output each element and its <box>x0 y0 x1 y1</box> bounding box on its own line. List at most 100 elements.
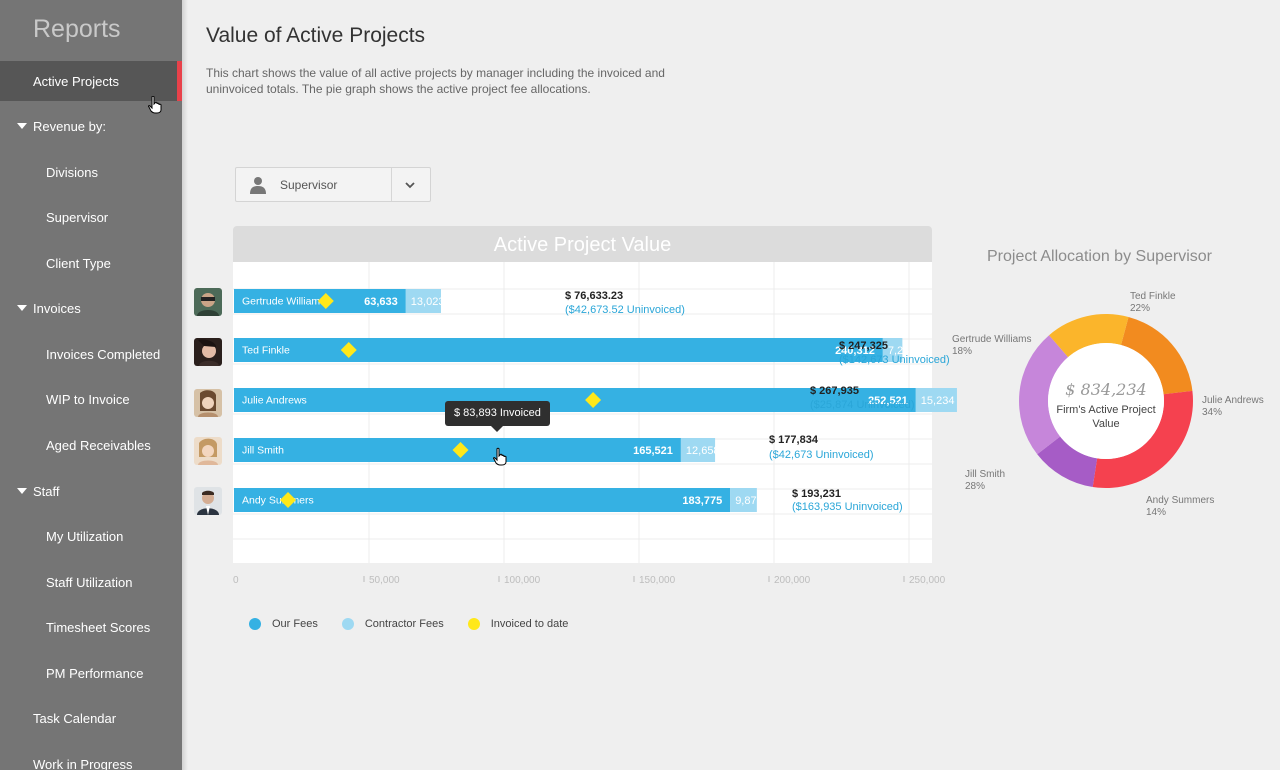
legend-label: Invoiced to date <box>490 618 569 630</box>
bar-row[interactable]: Andy Summers 183,775 9,872 <box>234 488 763 512</box>
row-total: $ 267,935 <box>810 385 859 397</box>
pie-label-andy-summers: Andy Summers 14% <box>1146 495 1214 519</box>
sidebar-item-label: My Utilization <box>46 528 124 544</box>
sidebar-item-task-calendar[interactable]: Task Calendar <box>0 698 182 738</box>
bar-value-label: 63,633 <box>364 296 398 308</box>
bar-value-label: 13,023 <box>411 296 445 308</box>
legend-swatch <box>467 618 480 630</box>
bar-value-label: 9,872 <box>735 495 763 507</box>
pie-center-label: Firm's Active Project Value <box>1056 404 1156 430</box>
sidebar-item-label: Client Type <box>46 255 111 271</box>
donut-hole <box>1048 343 1164 459</box>
pie-title: Project Allocation by Supervisor <box>987 248 1212 265</box>
legend-label: Contractor Fees <box>364 618 444 630</box>
sidebar-item-label: Invoices <box>33 300 81 316</box>
pie-label-percent: 22% <box>1130 303 1151 314</box>
avatar-andy-summers <box>194 487 222 515</box>
sidebar-item-staff-utilization[interactable]: Staff Utilization <box>0 562 182 602</box>
caret-down-icon <box>17 488 27 494</box>
supervisor-dropdown[interactable]: Supervisor <box>235 167 431 202</box>
chart-title: Active Project Value <box>493 234 672 256</box>
legend-label: Our Fees <box>272 618 318 630</box>
sidebar-item-label: Timesheet Scores <box>46 619 151 635</box>
sidebar: Reports Active Projects Revenue by: Divi… <box>0 0 182 770</box>
bar-value-label: 15,234 <box>921 395 955 407</box>
sidebar-title: Reports <box>33 15 121 43</box>
tick-label: 100,000 <box>504 575 541 586</box>
pie-label-gertrude-williams: Gertrude Williams 18% <box>952 334 1031 358</box>
row-total: $ 247,325 <box>839 340 888 352</box>
bar-category-label: Andy Summers <box>242 495 314 507</box>
bar-category-label: Gertrude Williams <box>242 296 325 308</box>
sidebar-item-timesheet-scores[interactable]: Timesheet Scores <box>0 607 182 647</box>
legend-item-our-fees[interactable]: Our Fees <box>249 618 318 630</box>
legend-item-invoiced-to-date[interactable]: Invoiced to date <box>467 618 569 630</box>
sidebar-item-invoices-completed[interactable]: Invoices Completed <box>0 334 182 374</box>
sidebar-item-label: Divisions <box>46 164 99 180</box>
row-total: $ 177,834 <box>769 434 818 446</box>
bar-category-label: Julie Andrews <box>242 395 307 407</box>
pie-label-percent: 14% <box>1146 507 1167 518</box>
legend-swatch <box>249 618 261 630</box>
bar-value-label: 12,658 <box>686 445 720 457</box>
dropdown-selected-value: Supervisor <box>280 178 338 192</box>
pie-label-name: Ted Finkle <box>1130 291 1176 302</box>
sidebar-item-label: PM Performance <box>46 665 144 681</box>
avatar-julie-andrews <box>194 389 222 417</box>
chart-legend: Our Fees Contractor Fees Invoiced to dat… <box>249 616 592 632</box>
sidebar-item-label: Revenue by: <box>33 118 106 134</box>
pie-label-julie-andrews: Julie Andrews 34% <box>1202 395 1264 419</box>
row-uninvoiced: ($142,673 Uninvoiced) <box>839 354 950 366</box>
sidebar-item-label: Supervisor <box>46 209 109 225</box>
sidebar-item-aged-receivables[interactable]: Aged Receivables <box>0 425 182 465</box>
hand-cursor-icon <box>148 96 162 114</box>
pie-label-jill-smith: Jill Smith 28% <box>965 469 1005 493</box>
bar-row[interactable]: Jill Smith 165,521 12,658 <box>234 438 720 462</box>
avatar-gertrude-williams <box>194 288 222 316</box>
avatar-image <box>194 437 222 465</box>
row-uninvoiced: ($25,874 Uninvoiced) <box>810 399 915 411</box>
sidebar-item-label: Invoices Completed <box>46 346 161 362</box>
row-uninvoiced: ($42,673 Uninvoiced) <box>769 449 874 461</box>
bar-our-fees[interactable] <box>234 338 883 362</box>
sidebar-item-client-type[interactable]: Client Type <box>0 243 182 283</box>
sidebar-item-label: Active Projects <box>33 73 119 89</box>
avatar-image <box>194 487 222 515</box>
pie-label-ted-finkle: Ted Finkle 22% <box>1130 291 1176 315</box>
sidebar-item-label: Work in Progress <box>33 756 133 770</box>
bar-category-label: Jill Smith <box>242 445 284 457</box>
pie-label-percent: 18% <box>952 346 973 357</box>
bar-row[interactable]: Gertrude Williams 63,633 13,023 <box>234 289 444 313</box>
chevron-down-icon[interactable] <box>404 179 416 191</box>
tick-label: 200,000 <box>774 575 811 586</box>
legend-item-contractor-fees[interactable]: Contractor Fees <box>341 618 444 630</box>
tick-label: 0 <box>233 575 239 586</box>
sidebar-group-invoices[interactable]: Invoices <box>0 288 182 328</box>
sidebar-item-supervisor[interactable]: Supervisor <box>0 197 182 237</box>
avatar-jill-smith <box>194 437 222 465</box>
avatar-image <box>194 338 222 366</box>
sidebar-item-label: WIP to Invoice <box>46 391 130 407</box>
sidebar-item-work-in-progress[interactable]: Work in Progress <box>0 744 182 770</box>
caret-down-icon <box>17 123 27 129</box>
x-axis-ticks: 0 50,000 100,000 150,000 200,000 250,000 <box>233 575 946 586</box>
invoiced-tooltip: $ 83,893 Invoiced <box>445 401 550 432</box>
avatar-ted-finkle <box>194 338 222 366</box>
avatar-image <box>194 389 222 417</box>
sidebar-item-pm-performance[interactable]: PM Performance <box>0 653 182 693</box>
sidebar-item-divisions[interactable]: Divisions <box>0 152 182 192</box>
bar-row[interactable]: Ted Finkle 240,312 7,230 <box>234 338 915 362</box>
sidebar-item-my-utilization[interactable]: My Utilization <box>0 516 182 556</box>
sidebar-item-active-projects[interactable]: Active Projects <box>0 61 182 101</box>
bar-value-label: 165,521 <box>633 445 673 457</box>
bar-value-label: 183,775 <box>682 495 722 507</box>
chart-header: Active Project Value <box>233 226 932 264</box>
row-total: $ 193,231 <box>792 488 841 500</box>
avatar-image <box>194 288 222 316</box>
tick-label: 50,000 <box>369 575 400 586</box>
sidebar-group-staff[interactable]: Staff <box>0 471 182 511</box>
pie-label-percent: 28% <box>965 481 986 492</box>
dropdown-divider <box>391 168 392 201</box>
bar-category-label: Ted Finkle <box>242 345 290 357</box>
sidebar-item-wip-to-invoice[interactable]: WIP to Invoice <box>0 379 182 419</box>
